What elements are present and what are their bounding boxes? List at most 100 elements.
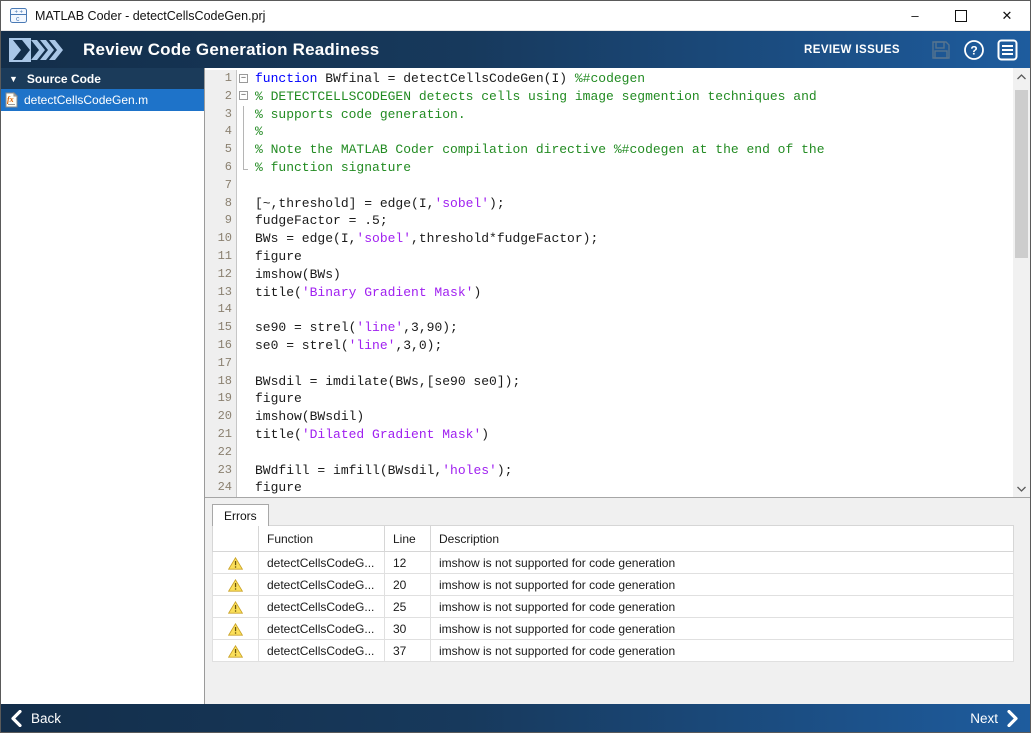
tab-errors[interactable]: Errors: [212, 504, 269, 526]
column-header-line[interactable]: Line: [385, 526, 431, 552]
errors-panel: Errors FunctionLineDescription detectCel…: [205, 498, 1030, 704]
code-line: 7: [205, 177, 1013, 195]
svg-text:+: +: [15, 10, 19, 16]
column-header-function[interactable]: Function: [259, 526, 385, 552]
line-number: 15: [205, 319, 237, 337]
line-number: 5: [205, 141, 237, 159]
save-icon: [931, 40, 951, 60]
scroll-up-icon: [1017, 74, 1026, 80]
back-button[interactable]: Back: [11, 710, 61, 727]
scroll-up-button[interactable]: [1013, 68, 1030, 85]
code-line: 14: [205, 301, 1013, 319]
code-line: 23BWdfill = imfill(BWsdil,'holes');: [205, 462, 1013, 480]
error-description-cell: imshow is not supported for code generat…: [431, 618, 1014, 640]
code-text: figure: [252, 479, 302, 497]
window-controls: – ✕: [892, 1, 1030, 30]
line-number: 13: [205, 284, 237, 302]
code-text: %: [252, 123, 263, 141]
code-line: 8[~,threshold] = edge(I,'sobel');: [205, 195, 1013, 213]
code-line: 24figure: [205, 479, 1013, 497]
code-fold-gutter: [237, 390, 252, 408]
error-function-cell: detectCellsCodeG...: [259, 574, 385, 596]
error-line-cell: 30: [385, 618, 431, 640]
menu-icon: [997, 39, 1018, 61]
code-fold-gutter: [237, 141, 252, 159]
error-row[interactable]: detectCellsCodeG...37imshow is not suppo…: [213, 640, 1014, 662]
code-fold-collapse-icon[interactable]: [237, 70, 252, 88]
error-row[interactable]: detectCellsCodeG...25imshow is not suppo…: [213, 596, 1014, 618]
vertical-scrollbar[interactable]: [1013, 68, 1030, 497]
code-line: 22: [205, 444, 1013, 462]
code-text: imshow(BWsdil): [252, 408, 364, 426]
column-header-icon[interactable]: [213, 526, 259, 552]
code-fold-collapse-icon[interactable]: [237, 88, 252, 106]
code-text: [252, 177, 255, 195]
line-number: 3: [205, 106, 237, 124]
column-header-description[interactable]: Description: [431, 526, 1014, 552]
code-fold-gutter: [237, 355, 252, 373]
help-button[interactable]: ?: [961, 37, 987, 63]
code-line: 21 title('Dilated Gradient Mask'): [205, 426, 1013, 444]
code-line: 16se0 = strel('line',3,0);: [205, 337, 1013, 355]
code-line: 18BWsdil = imdilate(BWs,[se90 se0]);: [205, 373, 1013, 391]
warning-triangle-icon: [228, 623, 243, 636]
errors-table: FunctionLineDescription detectCellsCodeG…: [212, 525, 1014, 662]
error-function-cell: detectCellsCodeG...: [259, 552, 385, 574]
line-number: 21: [205, 426, 237, 444]
warning-icon-cell: [213, 552, 259, 574]
error-function-cell: detectCellsCodeG...: [259, 596, 385, 618]
code-fold-gutter: [237, 284, 252, 302]
code-fold-gutter: [237, 337, 252, 355]
close-button[interactable]: ✕: [984, 1, 1030, 30]
help-icon: ?: [963, 39, 985, 61]
app-header: Review Code Generation Readiness REVIEW …: [1, 31, 1030, 69]
code-line: 6% function signature: [205, 159, 1013, 177]
scrollbar-thumb[interactable]: [1015, 90, 1028, 258]
close-icon: ✕: [1002, 9, 1013, 22]
matlab-coder-app-icon: + + c: [10, 8, 27, 23]
warning-triangle-icon: [228, 645, 243, 658]
code-line: 15se90 = strel('line',3,90);: [205, 319, 1013, 337]
warning-icon-cell: [213, 574, 259, 596]
line-number: 18: [205, 373, 237, 391]
minimize-button[interactable]: –: [892, 1, 938, 30]
code-fold-gutter: [237, 444, 252, 462]
code-line: 4%: [205, 123, 1013, 141]
warning-icon-cell: [213, 640, 259, 662]
source-code-section-header[interactable]: ▼ Source Code: [1, 68, 204, 89]
back-label: Back: [31, 711, 61, 726]
footer-nav: Back Next: [1, 704, 1030, 732]
save-button[interactable]: [928, 37, 954, 63]
code-text: title('Dilated Gradient Mask'): [252, 426, 489, 444]
code-editor: 1function BWfinal = detectCellsCodeGen(I…: [205, 68, 1030, 498]
code-line: 11figure: [205, 248, 1013, 266]
warning-icon-cell: [213, 618, 259, 640]
line-number: 4: [205, 123, 237, 141]
error-line-cell: 37: [385, 640, 431, 662]
code-lines[interactable]: 1function BWfinal = detectCellsCodeGen(I…: [205, 68, 1013, 497]
scroll-down-icon: [1017, 486, 1026, 492]
review-issues-button[interactable]: REVIEW ISSUES: [804, 44, 900, 56]
code-fold-gutter: [237, 106, 252, 124]
scroll-down-button[interactable]: [1013, 480, 1030, 497]
content-area: 1function BWfinal = detectCellsCodeGen(I…: [205, 68, 1030, 704]
sidebar-item-label: detectCellsCodeGen.m: [24, 93, 148, 107]
line-number: 9: [205, 212, 237, 230]
code-text: se0 = strel('line',3,0);: [252, 337, 442, 355]
code-fold-gutter: [237, 319, 252, 337]
next-button[interactable]: Next: [970, 710, 1018, 727]
warning-icon-cell: [213, 596, 259, 618]
line-number: 23: [205, 462, 237, 480]
sidebar-item-detectcellscodegen[interactable]: fx detectCellsCodeGen.m: [1, 89, 204, 111]
menu-button[interactable]: [994, 37, 1020, 63]
code-line: 2% DETECTCELLSCODEGEN detects cells usin…: [205, 88, 1013, 106]
code-line: 10BWs = edge(I,'sobel',threshold*fudgeFa…: [205, 230, 1013, 248]
code-fold-gutter: [237, 159, 252, 177]
main-area: ▼ Source Code fx detectCellsCodeGen.m 1f…: [1, 68, 1030, 704]
maximize-button[interactable]: [938, 1, 984, 30]
code-line: 13title('Binary Gradient Mask'): [205, 284, 1013, 302]
code-line: 12imshow(BWs): [205, 266, 1013, 284]
error-row[interactable]: detectCellsCodeG...12imshow is not suppo…: [213, 552, 1014, 574]
error-row[interactable]: detectCellsCodeG...30imshow is not suppo…: [213, 618, 1014, 640]
error-row[interactable]: detectCellsCodeG...20imshow is not suppo…: [213, 574, 1014, 596]
